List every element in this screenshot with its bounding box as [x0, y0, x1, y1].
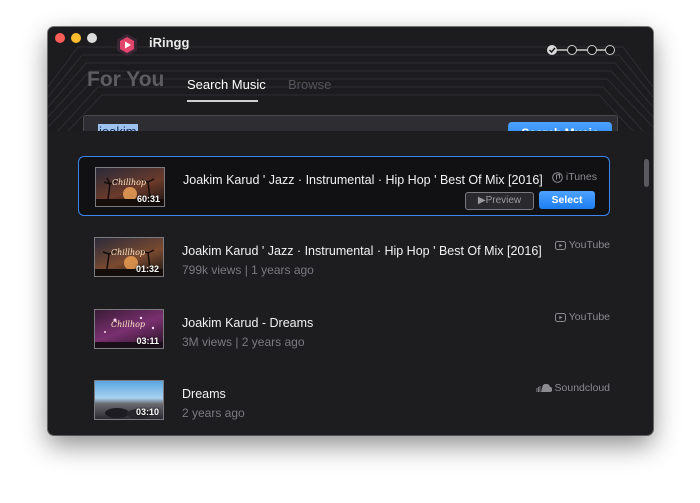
tab-search-music[interactable]: Search Music	[187, 77, 266, 92]
result-source: iTunes	[552, 171, 597, 183]
duration: 60:31	[136, 194, 160, 204]
thumbnail-text: Chillhop	[111, 320, 146, 329]
search-input[interactable]: joakim	[98, 124, 478, 131]
step-1-check-icon	[547, 45, 557, 55]
preview-button[interactable]: ▶Preview	[465, 192, 534, 210]
thumbnail: Chillhop 01:32	[94, 237, 164, 277]
header: iRingg For You Search Music Browse joaki…	[48, 27, 653, 131]
search-music-button[interactable]: Search Music	[508, 122, 612, 131]
tab-for-you[interactable]: For You	[87, 68, 164, 92]
thumbnail-text: Chillhop	[111, 248, 146, 257]
preview-button-label: Preview	[485, 195, 522, 206]
result-title: Joakim Karud - Dreams	[182, 316, 314, 330]
search-bar: joakim Search Music	[83, 115, 618, 131]
result-source: YouTube	[554, 239, 610, 251]
results-list: Chillhop 60:31 Joakim Karud ' Jazz · Ins…	[48, 151, 653, 435]
result-title: Joakim Karud ' Jazz · Instrumental · Hip…	[183, 173, 543, 187]
youtube-icon	[554, 312, 566, 322]
result-title: Dreams	[182, 387, 226, 401]
progress-steps	[547, 45, 615, 55]
step-4-dot	[605, 45, 615, 55]
minimize-window-button[interactable]	[71, 33, 81, 43]
result-row[interactable]: Chillhop 03:11 Joakim Karud - Dreams 3M …	[78, 299, 610, 359]
iringg-logo-icon	[117, 34, 137, 56]
tab-browse[interactable]: Browse	[288, 77, 331, 92]
duration: 03:10	[135, 407, 159, 417]
maximize-window-button[interactable]	[87, 33, 97, 43]
app-window: iRingg For You Search Music Browse joaki…	[48, 27, 653, 435]
thumbnail: Chillhop 60:31	[95, 167, 165, 207]
result-meta: 2 years ago	[182, 406, 245, 420]
thumbnail-text: Chillhop	[112, 178, 147, 187]
soundcloud-icon	[536, 384, 552, 392]
result-meta: 3M views | 2 years ago	[182, 335, 305, 349]
duration: 03:11	[136, 336, 159, 346]
step-3-dot	[587, 45, 597, 55]
play-icon: ▶	[477, 195, 486, 206]
result-title: Joakim Karud ' Jazz · Instrumental · Hip…	[182, 244, 542, 258]
result-row[interactable]: Chillhop 60:31 Joakim Karud ' Jazz · Ins…	[78, 156, 610, 216]
result-row[interactable]: Chillhop 01:32 Joakim Karud ' Jazz · Ins…	[78, 227, 610, 287]
music-note-icon	[552, 171, 563, 183]
youtube-icon	[554, 240, 566, 250]
result-source-label: Soundcloud	[554, 382, 610, 394]
result-meta: 799k views | 1 years ago	[182, 263, 314, 277]
result-row[interactable]: 03:10 Dreams 2 years ago Soundcloud	[78, 370, 610, 430]
result-source: YouTube	[554, 311, 610, 323]
app-title: iRingg	[149, 35, 190, 50]
result-source: Soundcloud	[536, 382, 610, 394]
result-source-label: iTunes	[565, 171, 597, 183]
active-tab-indicator	[187, 100, 258, 102]
result-source-label: YouTube	[568, 239, 610, 251]
duration: 01:32	[135, 264, 159, 274]
result-source-label: YouTube	[568, 311, 610, 323]
thumbnail: Chillhop 03:11	[94, 309, 164, 349]
close-window-button[interactable]	[55, 33, 65, 43]
thumbnail: 03:10	[94, 380, 164, 420]
search-query-text: joakim	[98, 124, 138, 131]
step-2-dot	[567, 45, 577, 55]
select-button[interactable]: Select	[539, 191, 595, 209]
scrollbar-thumb[interactable]	[644, 159, 649, 187]
